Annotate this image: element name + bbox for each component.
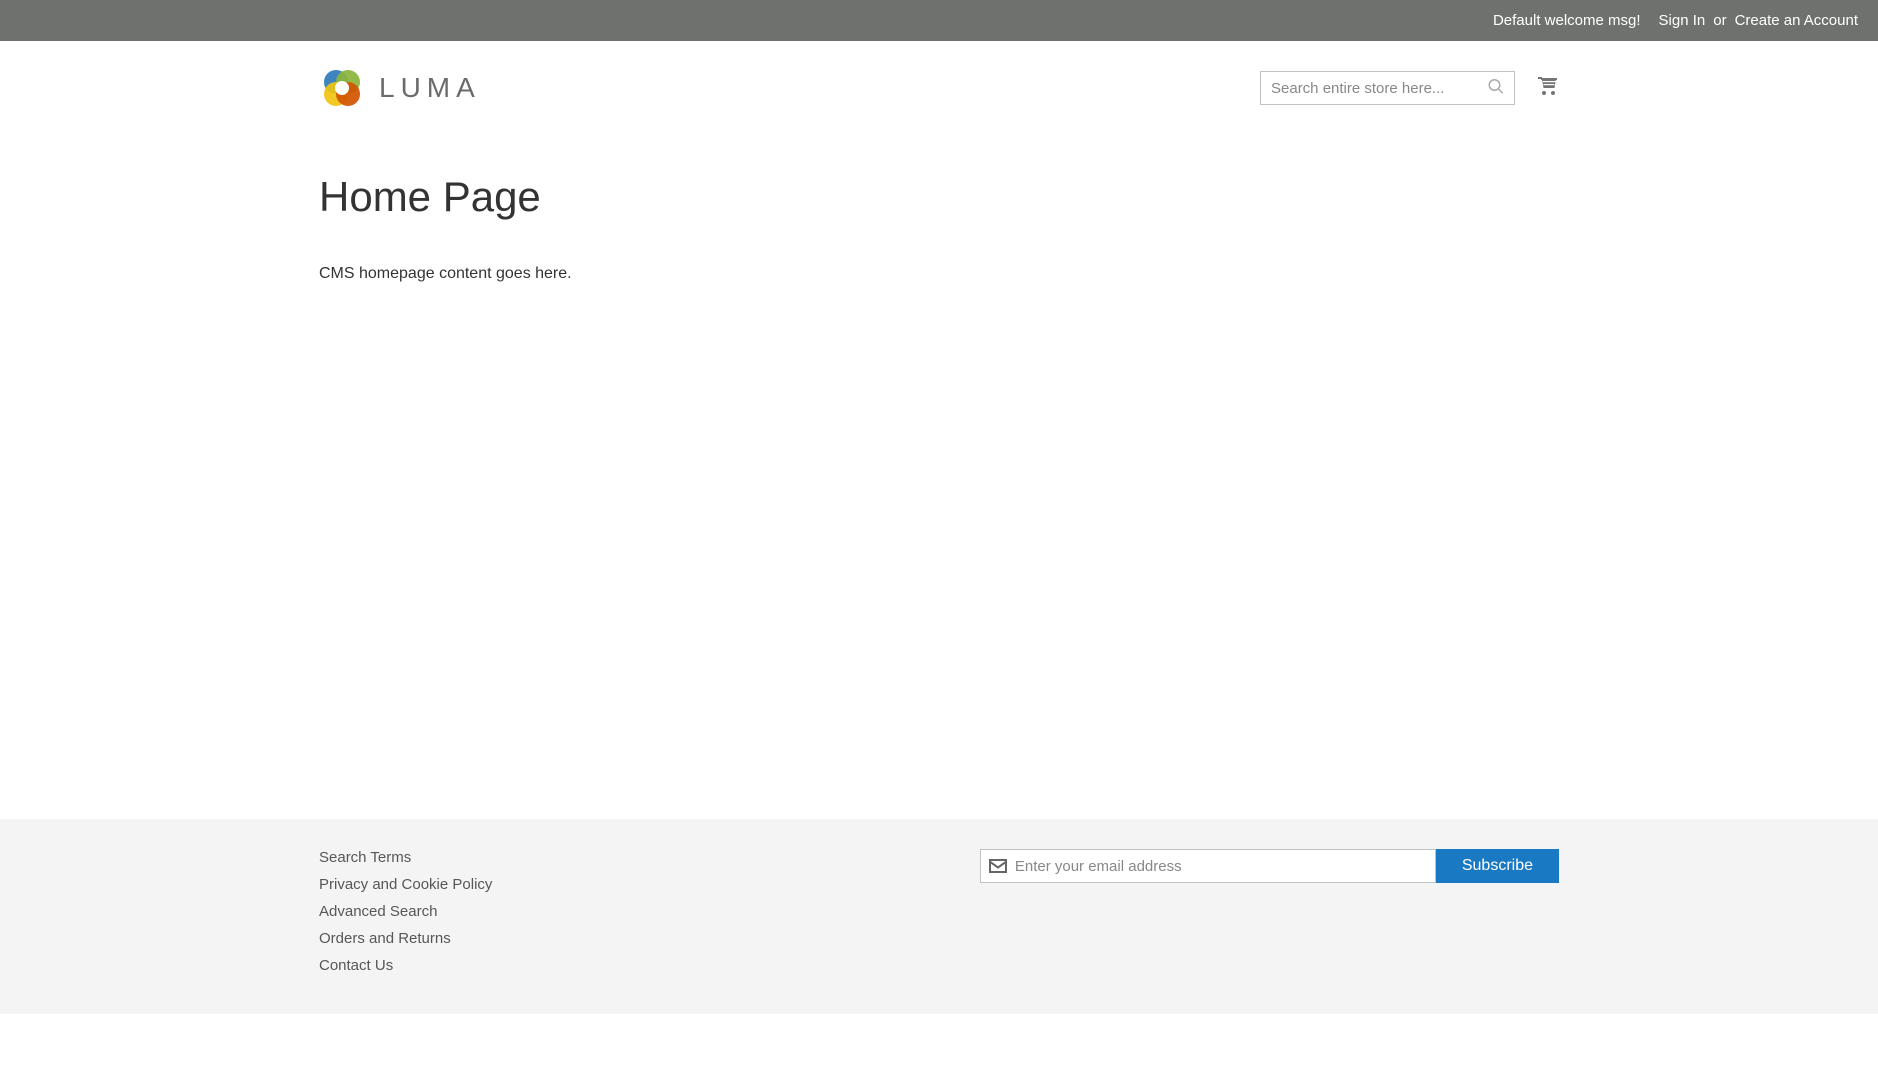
cart-icon bbox=[1535, 75, 1559, 99]
top-bar-separator: or bbox=[1713, 12, 1726, 29]
luma-logo-icon bbox=[319, 65, 365, 111]
header: LUMA bbox=[299, 41, 1579, 139]
create-account-link[interactable]: Create an Account bbox=[1735, 12, 1858, 29]
search-box bbox=[1260, 71, 1515, 105]
welcome-message: Default welcome msg! bbox=[1493, 12, 1641, 29]
newsletter-form: Subscribe bbox=[980, 849, 1559, 883]
store-logo[interactable]: LUMA bbox=[319, 65, 481, 111]
cart-button[interactable] bbox=[1535, 75, 1559, 102]
page-content: CMS homepage content goes here. bbox=[319, 265, 1559, 283]
footer-link-contact-us[interactable]: Contact Us bbox=[319, 957, 393, 974]
footer-link-orders-returns[interactable]: Orders and Returns bbox=[319, 930, 451, 947]
footer-link-privacy[interactable]: Privacy and Cookie Policy bbox=[319, 876, 492, 893]
footer-links: Search Terms Privacy and Cookie Policy A… bbox=[319, 849, 492, 974]
brand-name: LUMA bbox=[379, 72, 481, 104]
subscribe-button[interactable]: Subscribe bbox=[1436, 849, 1559, 883]
mail-icon bbox=[981, 859, 1015, 873]
header-right bbox=[1260, 71, 1559, 105]
search-icon bbox=[1487, 78, 1505, 96]
footer-link-search-terms[interactable]: Search Terms bbox=[319, 849, 411, 866]
page-title: Home Page bbox=[319, 173, 1559, 221]
search-input[interactable] bbox=[1260, 71, 1515, 105]
search-button[interactable] bbox=[1483, 74, 1509, 103]
newsletter-email-input[interactable] bbox=[1015, 850, 1435, 882]
footer: Search Terms Privacy and Cookie Policy A… bbox=[0, 819, 1878, 1014]
top-bar: Default welcome msg! Sign In or Create a… bbox=[0, 0, 1878, 41]
page-main: Home Page CMS homepage content goes here… bbox=[299, 139, 1579, 539]
sign-in-link[interactable]: Sign In bbox=[1659, 12, 1706, 29]
footer-link-advanced-search[interactable]: Advanced Search bbox=[319, 903, 437, 920]
